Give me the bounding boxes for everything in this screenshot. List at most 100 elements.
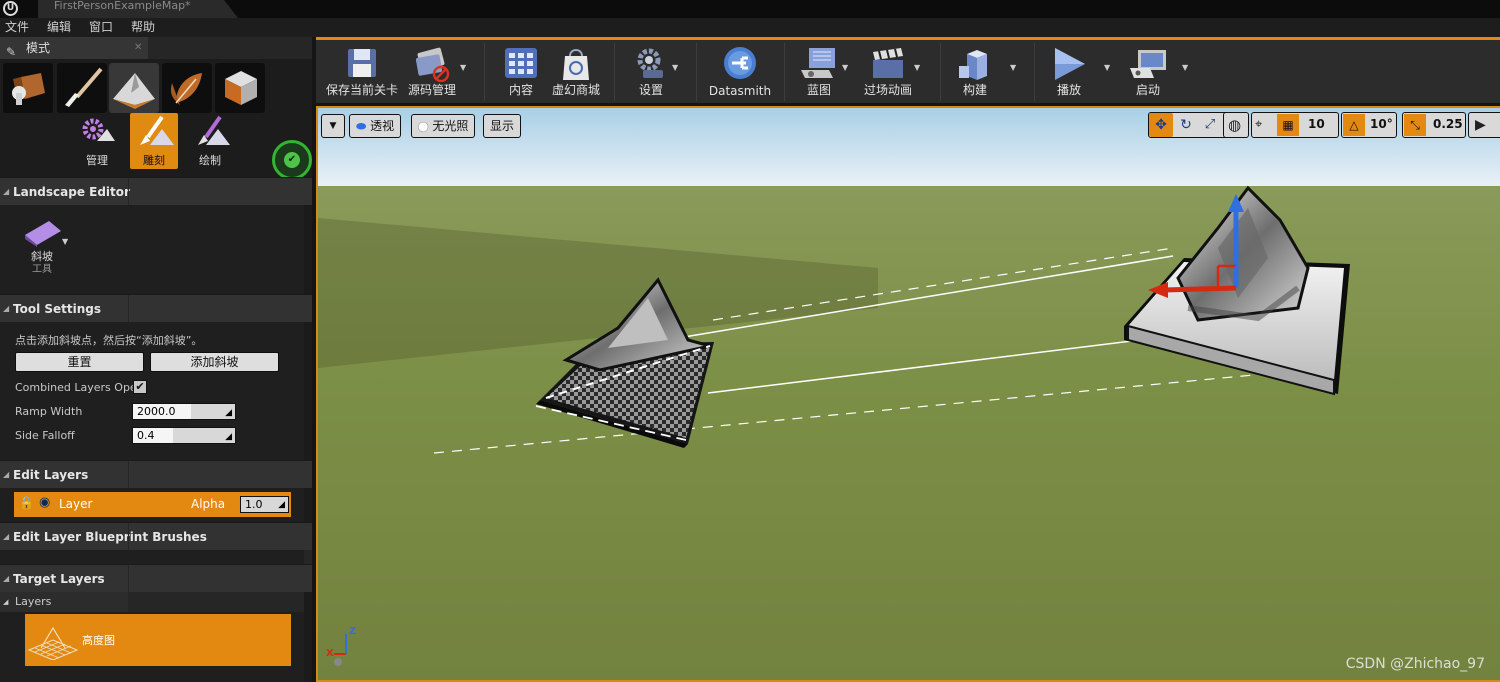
grid-snap-icon[interactable]: ▦ bbox=[1277, 114, 1299, 136]
menu-edit[interactable]: 编辑 bbox=[42, 18, 84, 37]
collapse-arrow-icon: ◢ bbox=[3, 187, 10, 196]
cinematics-dropdown-icon[interactable]: ▼ bbox=[914, 63, 920, 72]
source-control-label: 源码管理 bbox=[407, 83, 456, 97]
grid-snap-value[interactable]: 10 bbox=[1308, 113, 1325, 135]
blueprint-brushes-title: Edit Layer Blueprint Brushes bbox=[13, 530, 207, 544]
content-button[interactable]: 内容 bbox=[496, 43, 546, 101]
subtool-sculpt-label: 雕刻 bbox=[143, 154, 165, 167]
ramp-hint-text: 点击添加斜坡点，然后按“添加斜坡”。 bbox=[15, 334, 203, 347]
add-ramp-button[interactable]: 添加斜坡 bbox=[150, 352, 279, 372]
combined-layers-checkbox[interactable]: ✔ bbox=[133, 380, 147, 394]
viewport-options-dropdown[interactable]: ▼ bbox=[321, 114, 345, 138]
mode-paint-button[interactable] bbox=[57, 63, 107, 113]
play-button[interactable]: 播放 bbox=[1044, 43, 1094, 101]
modes-tab-label: 模式 bbox=[26, 41, 51, 55]
show-button[interactable]: 显示 bbox=[483, 114, 522, 138]
settings-dropdown-icon[interactable]: ▼ bbox=[672, 63, 678, 72]
rotation-snap-group: △ 10° bbox=[1341, 112, 1397, 138]
launch-monitor-icon bbox=[1130, 50, 1166, 78]
axis-indicator: Z X bbox=[326, 626, 366, 671]
subtool-manage[interactable]: 管理 bbox=[73, 113, 121, 169]
subtool-sculpt[interactable]: 雕刻 bbox=[130, 113, 178, 169]
layers-subheader[interactable]: ◢ Layers bbox=[0, 592, 128, 612]
main-toolbar: 保存当前关卡 源码管理 ▼ 内容 虚幻商城 设置 ▼ Datasmith 蓝图 … bbox=[316, 37, 1500, 103]
collapse-arrow-icon: ◢ bbox=[3, 532, 10, 541]
play-label: 播放 bbox=[1056, 83, 1081, 97]
side-falloff-field[interactable]: 0.4 ◢ bbox=[132, 427, 236, 444]
subtool-paint[interactable]: 绘制 bbox=[186, 113, 234, 169]
blueprints-button[interactable]: 蓝图 bbox=[794, 43, 844, 101]
marketplace-button[interactable]: 虚幻商城 bbox=[548, 43, 604, 101]
scrollbar[interactable] bbox=[304, 488, 312, 522]
play-dropdown-icon[interactable]: ▼ bbox=[1104, 63, 1110, 72]
place-mode-icon bbox=[12, 73, 45, 105]
ramp-width-field[interactable]: 2000.0 ◢ bbox=[132, 403, 236, 420]
launch-button[interactable]: 启动 bbox=[1120, 43, 1176, 101]
coordinate-space-button[interactable]: ◍ bbox=[1223, 112, 1249, 138]
cinematics-button[interactable]: 过场动画 bbox=[860, 43, 916, 101]
shopping-bag-icon bbox=[563, 49, 589, 80]
paint-brush-icon bbox=[65, 67, 103, 107]
datasmith-button[interactable]: Datasmith bbox=[706, 43, 774, 101]
reset-button[interactable]: 重置 bbox=[15, 352, 144, 372]
ramp-tool-button[interactable]: 斜坡 工具 bbox=[18, 217, 66, 279]
collapse-arrow-icon: ◢ bbox=[3, 598, 9, 606]
translate-icon[interactable]: ✥ bbox=[1149, 113, 1173, 137]
landscape-editor-title: Landscape Editor bbox=[13, 185, 130, 199]
blueprint-brushes-header[interactable]: ◢ Edit Layer Blueprint Brushes bbox=[0, 522, 312, 551]
target-layers-header[interactable]: ◢ Target Layers bbox=[0, 564, 312, 593]
tool-settings-header[interactable]: ◢ Tool Settings bbox=[0, 294, 312, 323]
save-label: 保存当前关卡 bbox=[325, 83, 398, 97]
geometry-box-icon bbox=[225, 71, 257, 105]
scrollbar[interactable] bbox=[304, 322, 312, 460]
modes-tab[interactable]: ✎ 模式 ✕ bbox=[0, 37, 148, 59]
mode-geometry-button[interactable] bbox=[215, 63, 265, 113]
build-dropdown-icon[interactable]: ▼ bbox=[1010, 63, 1016, 72]
mode-landscape-button[interactable] bbox=[109, 63, 159, 113]
menu-help[interactable]: 帮助 bbox=[126, 18, 168, 37]
foliage-leaf-icon bbox=[170, 73, 202, 105]
heightmap-layer-card[interactable]: 高度图 bbox=[25, 614, 291, 666]
rotation-snap-icon[interactable]: △ bbox=[1343, 114, 1365, 136]
selection-indicator[interactable]: ✔ bbox=[272, 140, 312, 180]
source-control-button[interactable]: 源码管理 bbox=[404, 43, 460, 101]
sculpt-brush-icon bbox=[140, 115, 174, 145]
scrollbar[interactable] bbox=[304, 592, 312, 682]
alpha-field[interactable]: 1.0 ◢ bbox=[240, 496, 289, 513]
modes-panel: ✎ 模式 ✕ 管理 雕刻 绘制 ✔ ◢ Landscape Editor 斜坡 … bbox=[0, 37, 312, 682]
menu-window[interactable]: 窗口 bbox=[84, 18, 126, 37]
heightmap-label: 高度图 bbox=[82, 634, 115, 647]
check-icon: ✔ bbox=[284, 152, 300, 168]
visibility-eye-icon[interactable]: ◉ bbox=[39, 495, 50, 510]
tool-dropdown-icon[interactable]: ▼ bbox=[62, 237, 68, 246]
menu-file[interactable]: 文件 bbox=[0, 18, 42, 37]
edit-layers-header[interactable]: ◢ Edit Layers bbox=[0, 460, 312, 489]
scale-icon[interactable]: ⤢ bbox=[1199, 113, 1221, 137]
marketplace-label: 虚幻商城 bbox=[551, 83, 600, 97]
landscape-editor-header[interactable]: ◢ Landscape Editor bbox=[0, 177, 312, 206]
layer-row[interactable]: 🔓 ◉ Layer Alpha 1.0 ◢ bbox=[14, 492, 291, 517]
scale-snap-icon[interactable]: ⤡ bbox=[1404, 114, 1426, 136]
lighting-mode-button[interactable]: ● 无光照 bbox=[411, 114, 476, 138]
source-control-dropdown-icon[interactable]: ▼ bbox=[460, 63, 466, 72]
rotate-icon[interactable]: ↻ bbox=[1175, 113, 1197, 137]
blueprints-dropdown-icon[interactable]: ▼ bbox=[842, 63, 848, 72]
settings-button[interactable]: 设置 bbox=[624, 43, 678, 101]
build-button[interactable]: 构建 bbox=[950, 43, 1000, 101]
scale-snap-value[interactable]: 0.25 bbox=[1433, 113, 1463, 135]
launch-dropdown-icon[interactable]: ▼ bbox=[1182, 63, 1188, 72]
lock-icon[interactable]: 🔓 bbox=[19, 496, 34, 510]
close-icon[interactable]: ✕ bbox=[134, 37, 142, 59]
mode-foliage-button[interactable] bbox=[162, 63, 212, 113]
save-current-level-button[interactable]: 保存当前关卡 bbox=[320, 43, 404, 101]
mode-place-button[interactable] bbox=[3, 63, 53, 113]
combined-layers-label: Combined Layers Oper bbox=[15, 381, 142, 394]
rotation-snap-value[interactable]: 10° bbox=[1370, 113, 1393, 135]
scrollbar[interactable] bbox=[304, 205, 312, 294]
camera-speed-button[interactable]: ▶ bbox=[1468, 112, 1500, 138]
perspective-button[interactable]: ⬬ 透视 bbox=[349, 114, 402, 138]
surface-snap-icon[interactable]: ⌖ bbox=[1255, 113, 1262, 137]
level-viewport[interactable]: ▼ ⬬ 透视 ● 无光照 显示 ✥ ↻ ⤢ ◍ ⌖ ▦ 10 △ 10° ⤡ 0… bbox=[316, 106, 1500, 682]
document-tab[interactable]: FirstPersonExampleMap* bbox=[38, 0, 238, 18]
ramp-tool-label: 斜坡 bbox=[31, 250, 53, 263]
